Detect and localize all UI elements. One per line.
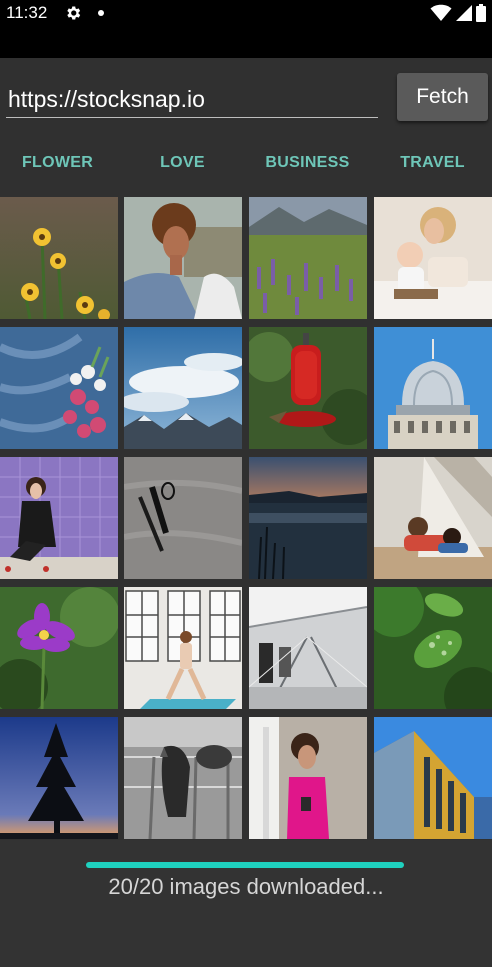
category-tabs: FLOWER LOVE BUSINESS TRAVEL [0,140,492,188]
status-icons [430,3,486,23]
url-input[interactable] [6,82,378,118]
image-tile-horses-fence[interactable] [124,717,242,839]
image-tile-father-child-teepee[interactable] [374,457,492,579]
status-bar: 11:32 [0,0,492,58]
image-tile-yoga-windows[interactable] [124,587,242,709]
progress-status-text: 20/20 images downloaded... [108,874,384,899]
image-tile-lake-sunset[interactable] [249,457,367,579]
download-footer: 20/20 images downloaded... [0,840,492,967]
image-tile-train-station[interactable] [249,587,367,709]
tab-flower[interactable]: FLOWER [0,154,119,172]
fetch-button[interactable]: Fetch [397,73,488,121]
tab-love[interactable]: LOVE [121,154,244,172]
image-tile-woman-curly-hair[interactable] [124,197,242,319]
image-tile-pink-flowers-denim[interactable] [0,327,118,449]
gear-icon [67,6,81,20]
image-tile-wildflowers[interactable] [0,197,118,319]
progress-bar [86,862,404,868]
image-tile-woman-purple-wall[interactable] [0,457,118,579]
notification-dot-icon [98,10,104,16]
image-grid [0,197,492,839]
image-tile-purple-flower[interactable] [0,587,118,709]
progress-bar-fill [86,862,404,868]
signal-icon [456,5,472,21]
image-tile-pine-tree-dusk[interactable] [0,717,118,839]
tab-business[interactable]: BUSINESS [246,154,369,172]
tab-travel[interactable]: TRAVEL [371,154,492,172]
image-tile-raindrop-leaves[interactable] [374,587,492,709]
battery-icon [476,4,486,22]
url-bar: Fetch [0,58,492,130]
image-tile-hummingbird-feeder[interactable] [249,327,367,449]
wifi-icon [430,4,452,22]
image-tile-woman-pink-phone[interactable] [249,717,367,839]
image-tile-cloudy-mountains[interactable] [124,327,242,449]
status-time: 11:32 [6,3,48,22]
image-tile-pens-grey[interactable] [124,457,242,579]
image-tile-lupine-meadow[interactable] [249,197,367,319]
image-tile-mother-baby[interactable] [374,197,492,319]
image-tile-modern-building[interactable] [374,717,492,839]
image-tile-domed-building[interactable] [374,327,492,449]
